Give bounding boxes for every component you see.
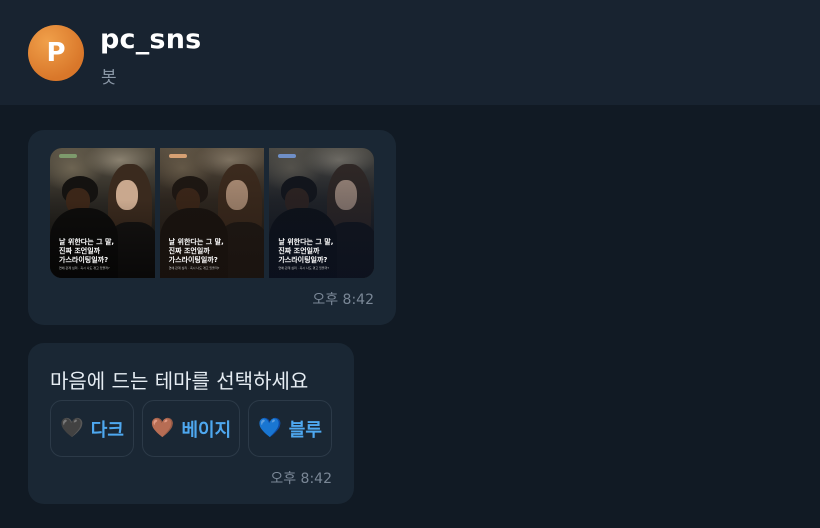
theme-blue-button[interactable]: 💙 블루: [248, 400, 332, 457]
chat-header: P pc_sns 봇: [0, 0, 820, 105]
thumbnail-caption: 날 위한다는 그 말, 진짜 조언일까 가스라이팅일까?: [59, 238, 115, 264]
image-message-bubble: 날 위한다는 그 말, 진짜 조언일까 가스라이팅일까? 연애·관계 심리 · …: [28, 130, 396, 325]
dark-heart-icon: 🖤: [60, 417, 84, 439]
category-tag: [59, 154, 77, 158]
message-timestamp: 오후 8:42: [270, 471, 332, 487]
thumbnail-caption: 날 위한다는 그 말, 진짜 조언일까 가스라이팅일까?: [278, 238, 334, 264]
thumbnail-footnote: 연애·관계 심리 · 혹시 나도 겪고 있을까?: [59, 266, 110, 270]
thumbnail-image-1[interactable]: 날 위한다는 그 말, 진짜 조언일까 가스라이팅일까? 연애·관계 심리 · …: [50, 148, 155, 278]
theme-dark-button[interactable]: 🖤 다크: [50, 400, 134, 457]
bot-label: 봇: [101, 68, 117, 88]
avatar-letter: P: [46, 38, 66, 68]
theme-beige-label: 베이지: [181, 419, 232, 441]
thumbnail-image-2[interactable]: 날 위한다는 그 말, 진짜 조언일까 가스라이팅일까? 연애·관계 심리 · …: [159, 148, 265, 278]
message-timestamp: 오후 8:42: [312, 292, 374, 308]
blue-heart-icon: 💙: [258, 417, 282, 439]
theme-beige-button[interactable]: 🤎 베이지: [142, 400, 240, 457]
chat-title[interactable]: pc_sns: [100, 24, 201, 55]
avatar[interactable]: P: [28, 25, 84, 81]
theme-blue-label: 블루: [288, 419, 322, 441]
theme-dark-label: 다크: [90, 419, 124, 441]
image-gallery: 날 위한다는 그 말, 진짜 조언일까 가스라이팅일까? 연애·관계 심리 · …: [50, 148, 374, 278]
thumbnail-caption: 날 위한다는 그 말, 진짜 조언일까 가스라이팅일까?: [168, 238, 224, 264]
theme-prompt: 마음에 드는 테마를 선택하세요: [50, 369, 309, 393]
theme-select-bubble: 마음에 드는 테마를 선택하세요 🖤 다크 🤎 베이지 💙 블루 오후 8:42: [28, 343, 354, 504]
category-tag: [168, 154, 187, 158]
category-tag: [278, 154, 297, 158]
thumbnail-footnote: 연애·관계 심리 · 혹시 나도 겪고 있을까?: [168, 266, 220, 270]
beige-heart-icon: 🤎: [150, 417, 175, 439]
thumbnail-footnote: 연애·관계 심리 · 혹시 나도 겪고 있을까?: [278, 266, 329, 270]
thumbnail-image-3[interactable]: 날 위한다는 그 말, 진짜 조언일까 가스라이팅일까? 연애·관계 심리 · …: [269, 148, 374, 278]
